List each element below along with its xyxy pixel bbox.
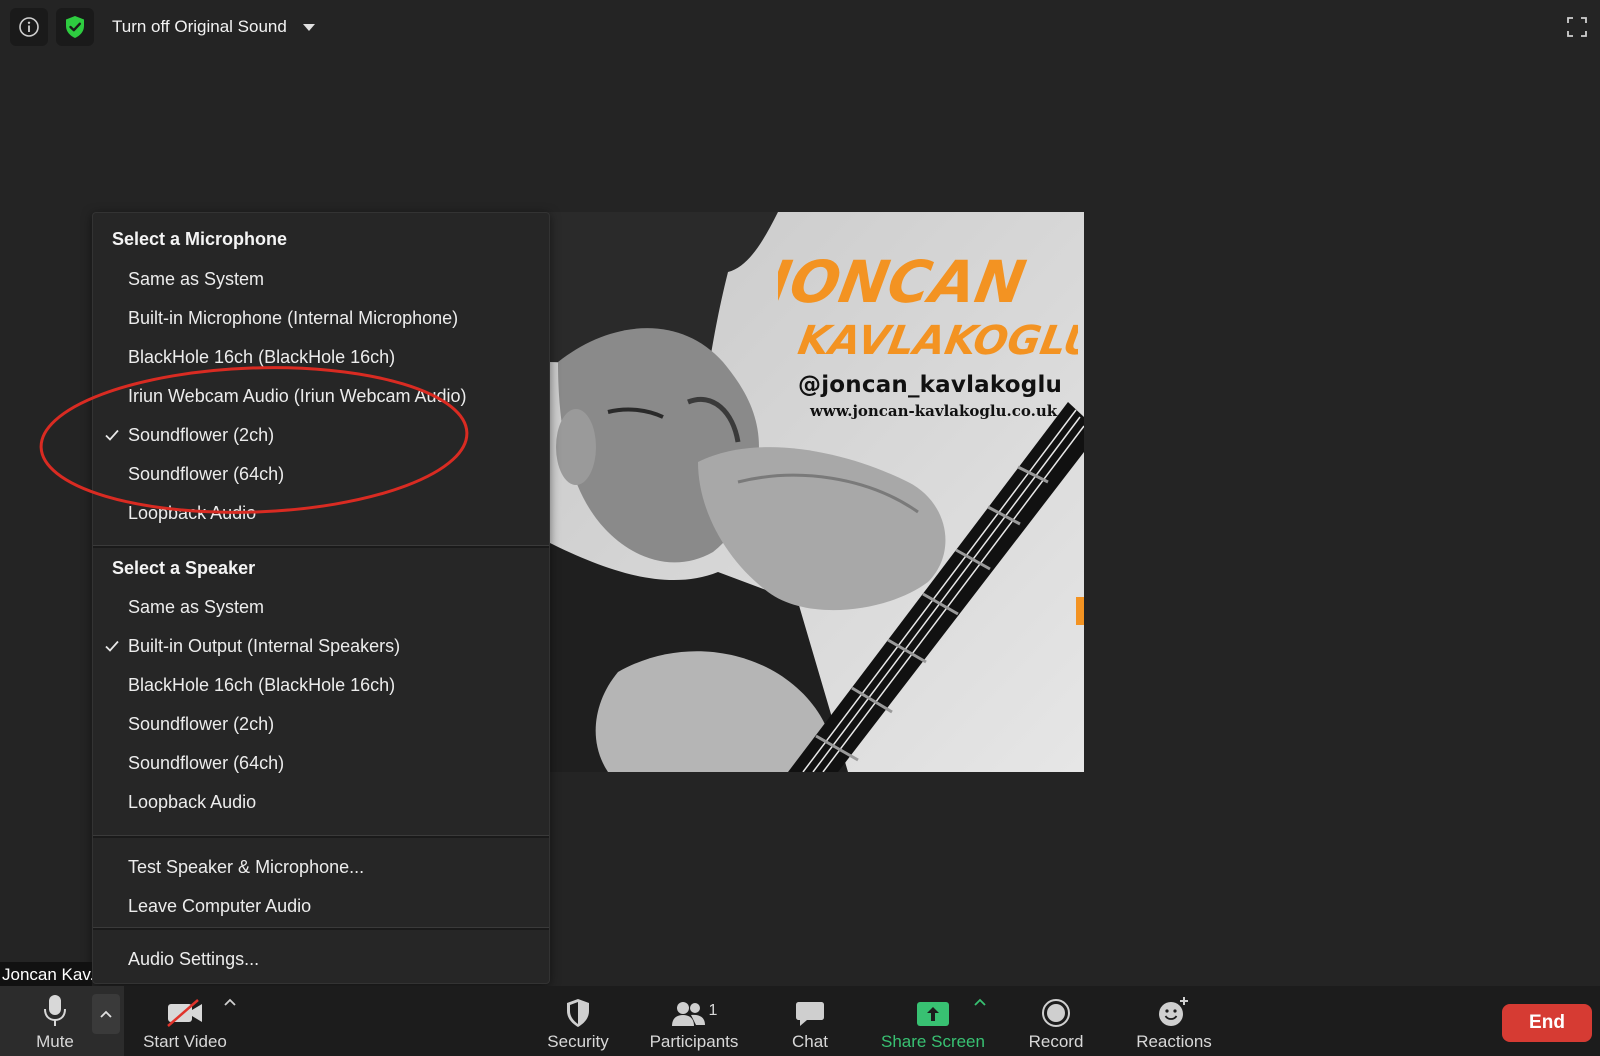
shield-icon — [567, 999, 589, 1027]
shield-check-icon — [66, 16, 84, 38]
chat-icon — [796, 1002, 824, 1026]
mute-button[interactable]: Mute — [22, 986, 88, 1056]
caret-down-icon[interactable] — [302, 23, 315, 31]
end-meeting-button[interactable]: End — [1502, 1004, 1592, 1042]
mic-option-iriun[interactable]: Iriun Webcam Audio (Iriun Webcam Audio) — [93, 378, 549, 414]
menu-item-label: Soundflower (64ch) — [128, 463, 285, 484]
mic-option-loopback[interactable]: Loopback Audio — [93, 495, 549, 531]
security-label: Security — [547, 1032, 609, 1051]
participant-video: JONCAN KAVLAKOGLU @joncan_kavlakoglu www… — [548, 212, 1084, 772]
chevron-up-icon — [974, 998, 986, 1006]
menu-item-label: Same as System — [128, 596, 265, 617]
share-options-arrow-button[interactable] — [970, 992, 990, 1012]
menu-item-label: Loopback Audio — [128, 502, 257, 523]
speaker-option-builtin[interactable]: Built-in Output (Internal Speakers) — [93, 628, 549, 664]
security-button[interactable]: Security — [538, 986, 618, 1056]
chevron-up-icon — [100, 1010, 112, 1018]
original-sound-toggle[interactable]: Turn off Original Sound — [102, 8, 325, 46]
menu-item-label: Same as System — [128, 268, 265, 289]
speaker-option-soundflower-2ch[interactable]: Soundflower (2ch) — [93, 706, 549, 742]
checkmark-icon — [105, 429, 119, 441]
microphone-section-title: Select a Microphone — [112, 229, 288, 249]
share-screen-label: Share Screen — [881, 1032, 985, 1051]
speaker-option-loopback[interactable]: Loopback Audio — [93, 784, 549, 820]
test-speaker-microphone-option[interactable]: Test Speaker & Microphone... — [93, 849, 549, 885]
brand-line1: JONCAN — [778, 248, 1030, 315]
meeting-toolbar: Mute Start Video Security 1 Participants… — [0, 986, 1600, 1056]
menu-item-label: Iriun Webcam Audio (Iriun Webcam Audio) — [128, 385, 467, 406]
speaker-option-blackhole[interactable]: BlackHole 16ch (BlackHole 16ch) — [93, 667, 549, 703]
info-icon — [19, 17, 39, 37]
video-website: www.joncan-kavlakoglu.co.uk — [810, 402, 1058, 420]
menu-item-label: Leave Computer Audio — [128, 895, 312, 916]
audio-options-menu: Select a Microphone Same as System Built… — [92, 212, 550, 984]
original-sound-label: Turn off Original Sound — [112, 17, 287, 36]
menu-item-label: BlackHole 16ch (BlackHole 16ch) — [128, 674, 396, 695]
menu-item-label: Soundflower (2ch) — [128, 424, 275, 445]
mute-button-group: Mute — [0, 986, 124, 1056]
share-screen-icon — [917, 1002, 949, 1026]
video-off-icon — [167, 999, 202, 1027]
reactions-icon — [1159, 997, 1188, 1026]
participant-name-label: Joncan Kav... — [0, 962, 92, 988]
menu-item-label: Soundflower (64ch) — [128, 752, 285, 773]
chat-label: Chat — [792, 1032, 828, 1051]
audio-settings-option[interactable]: Audio Settings... — [93, 941, 549, 977]
chat-button[interactable]: Chat — [770, 986, 850, 1056]
chevron-up-icon — [224, 998, 236, 1006]
menu-item-label: BlackHole 16ch (BlackHole 16ch) — [128, 346, 396, 367]
reactions-button[interactable]: Reactions — [1124, 986, 1224, 1056]
menu-item-label: Built-in Microphone (Internal Microphone… — [128, 307, 459, 328]
mic-option-soundflower-64ch[interactable]: Soundflower (64ch) — [93, 456, 549, 492]
zoom-meeting-window: Turn off Original Sound JONCAN KAVLAKOGL… — [0, 0, 1600, 1056]
top-bar: Turn off Original Sound — [10, 8, 325, 46]
participants-count: 1 — [708, 1002, 718, 1019]
mute-label: Mute — [36, 1032, 74, 1051]
meeting-info-button[interactable] — [10, 8, 48, 46]
encryption-button[interactable] — [56, 8, 94, 46]
reactions-label: Reactions — [1136, 1032, 1212, 1051]
brand-line2: KAVLAKOGLU — [795, 317, 1078, 362]
participants-icon — [671, 1002, 705, 1026]
menu-item-label: Soundflower (2ch) — [128, 713, 275, 734]
speaker-option-soundflower-64ch[interactable]: Soundflower (64ch) — [93, 745, 549, 781]
microphone-icon — [44, 995, 66, 1026]
video-options-arrow-button[interactable] — [220, 992, 240, 1012]
brand-logo: JONCAN KAVLAKOGLU — [778, 248, 1078, 362]
participants-label: Participants — [649, 1032, 739, 1051]
mic-option-blackhole[interactable]: BlackHole 16ch (BlackHole 16ch) — [93, 339, 549, 375]
menu-item-label: Loopback Audio — [128, 791, 257, 812]
menu-item-label: Audio Settings... — [128, 948, 260, 969]
speaker-option-same-as-system[interactable]: Same as System — [93, 589, 549, 625]
record-button[interactable]: Record — [1016, 986, 1096, 1056]
record-icon — [1042, 999, 1070, 1027]
speaker-section-title: Select a Speaker — [112, 558, 256, 578]
audio-options-arrow-button[interactable] — [92, 994, 120, 1034]
menu-item-label: Test Speaker & Microphone... — [128, 856, 365, 877]
mic-option-soundflower-2ch[interactable]: Soundflower (2ch) — [93, 417, 549, 453]
mic-option-builtin[interactable]: Built-in Microphone (Internal Microphone… — [93, 300, 549, 336]
record-label: Record — [1028, 1032, 1084, 1051]
start-video-label: Start Video — [143, 1032, 227, 1051]
mic-option-same-as-system[interactable]: Same as System — [93, 261, 549, 297]
menu-divider — [93, 835, 549, 838]
participants-button[interactable]: 1 Participants — [642, 986, 746, 1056]
menu-divider — [93, 927, 549, 930]
checkmark-icon — [105, 640, 119, 652]
end-label: End — [1529, 1012, 1565, 1033]
fullscreen-icon[interactable] — [1566, 16, 1588, 38]
menu-item-label: Built-in Output (Internal Speakers) — [128, 635, 401, 656]
leave-computer-audio-option[interactable]: Leave Computer Audio — [93, 888, 549, 924]
video-handle: @joncan_kavlakoglu — [798, 372, 1063, 398]
menu-divider — [93, 545, 549, 548]
